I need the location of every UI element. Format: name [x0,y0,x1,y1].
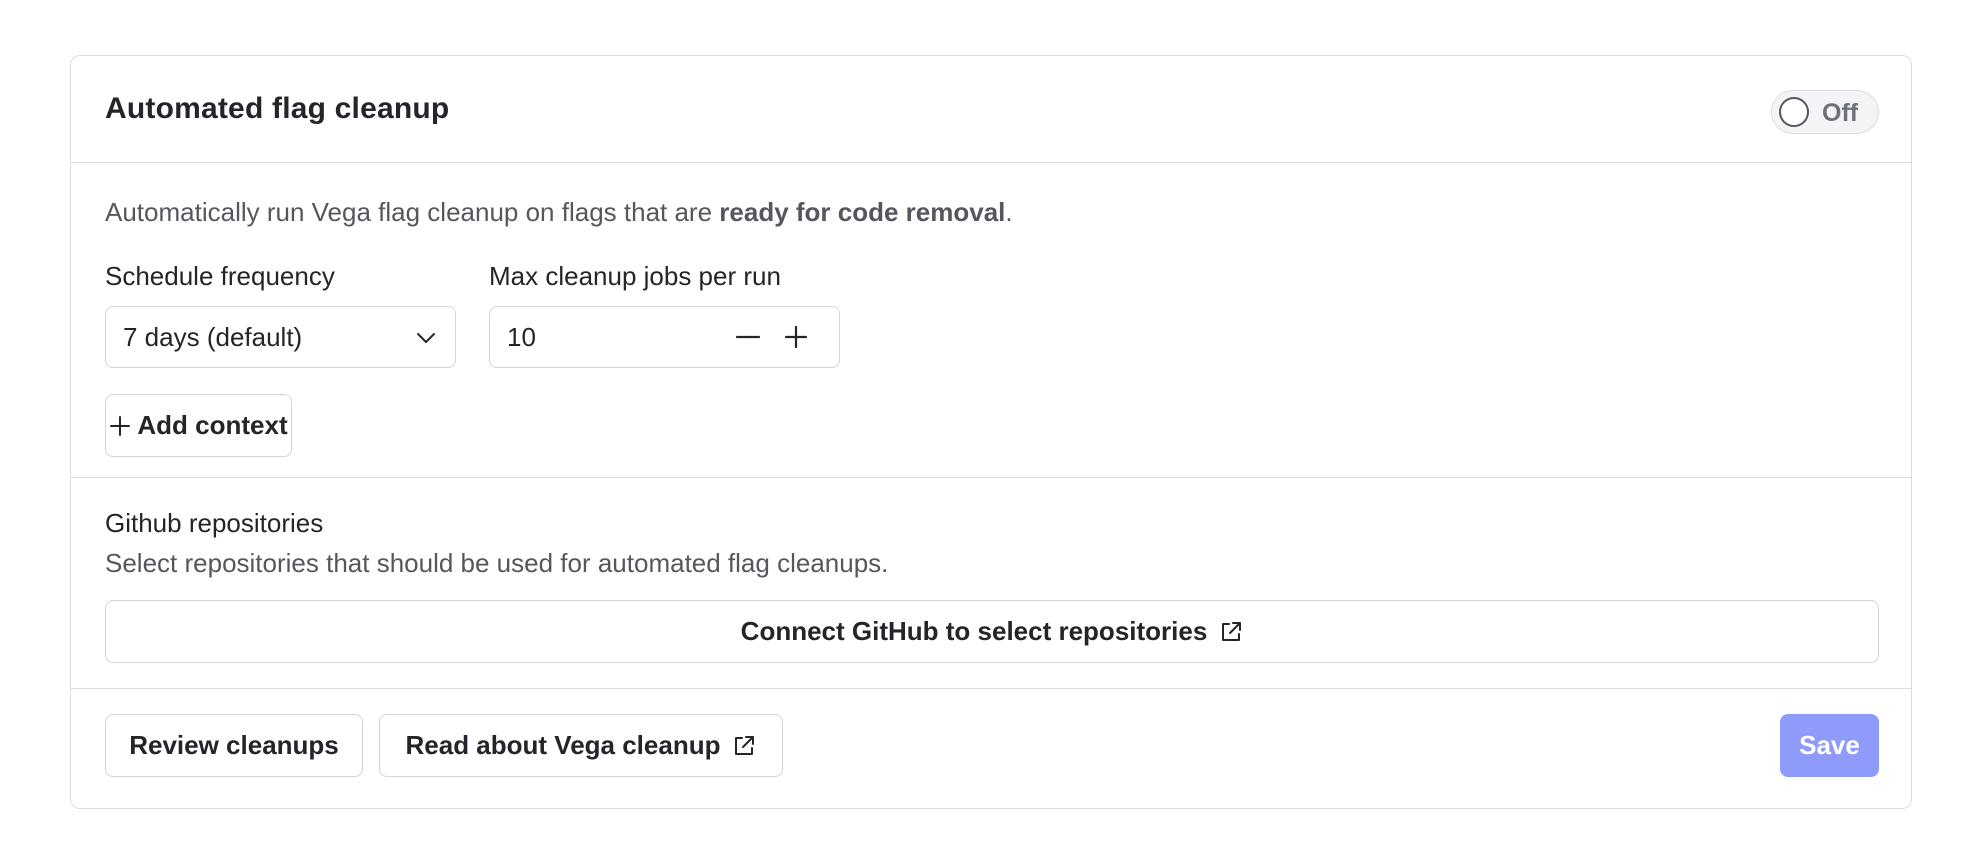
minus-icon[interactable] [732,321,764,353]
connect-github-button[interactable]: Connect GitHub to select repositories [105,600,1879,663]
github-section: Github repositories Select repositories … [71,478,1911,689]
review-cleanups-label: Review cleanups [129,730,339,760]
plus-icon [109,415,131,437]
plus-icon[interactable] [780,321,812,353]
schedule-frequency-select[interactable]: 7 days (default) [105,306,456,368]
review-cleanups-button[interactable]: Review cleanups [105,714,363,777]
card-title: Automated flag cleanup [105,92,450,125]
github-title: Github repositories [105,508,324,538]
max-jobs-label: Max cleanup jobs per run [489,261,781,291]
connect-github-label: Connect GitHub to select repositories [740,616,1208,646]
description-prefix: Automatically run Vega flag cleanup on f… [105,197,720,227]
toggle-label: Off [1822,99,1859,127]
settings-description: Automatically run Vega flag cleanup on f… [105,197,1013,228]
schedule-frequency-value: 7 days (default) [123,322,303,352]
card-footer: Review cleanups Read about Vega cleanup … [71,689,1911,809]
settings-section: Automatically run Vega flag cleanup on f… [71,163,1911,478]
max-jobs-value[interactable]: 10 [507,322,536,353]
description-suffix: . [1005,197,1013,227]
add-context-label: Add context [137,410,288,440]
schedule-frequency-label: Schedule frequency [105,261,335,291]
toggle-knob [1779,97,1809,127]
external-link-icon [1219,620,1243,644]
description-bold: ready for code removal [719,197,1006,227]
external-link-icon [732,734,756,758]
automated-flag-cleanup-card: Automated flag cleanup Off Automatically… [70,55,1912,809]
chevron-down-icon [415,327,437,354]
max-jobs-stepper[interactable]: 10 [489,306,840,368]
read-about-vega-button[interactable]: Read about Vega cleanup [379,714,783,777]
read-about-vega-label: Read about Vega cleanup [405,730,721,760]
cleanup-toggle[interactable]: Off [1771,90,1879,134]
save-button[interactable]: Save [1780,714,1879,777]
add-context-button[interactable]: Add context [105,394,292,457]
github-description: Select repositories that should be used … [105,548,889,578]
card-header: Automated flag cleanup Off [71,56,1911,163]
